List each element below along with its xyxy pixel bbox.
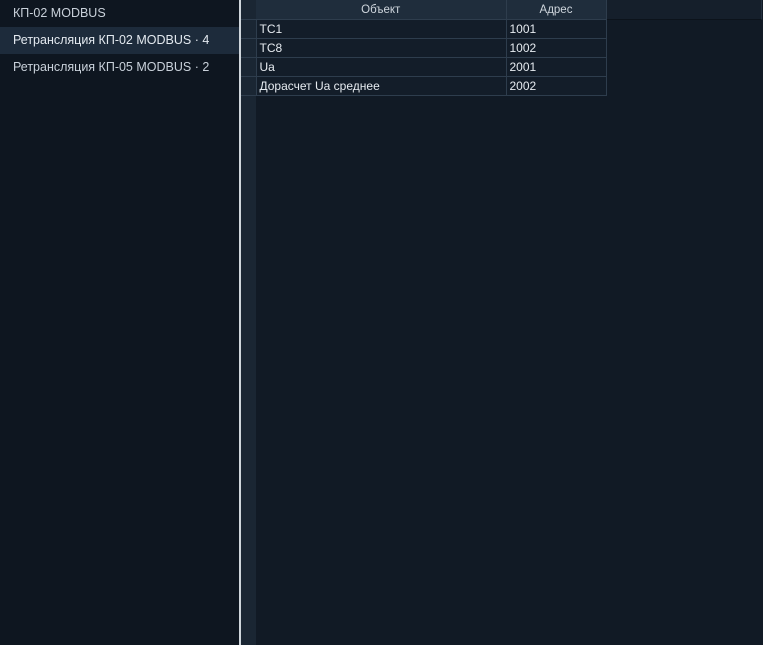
row-header-gutter	[241, 0, 256, 645]
cell-object[interactable]: Дорасчет Ua среднее	[256, 76, 507, 96]
row-header[interactable]	[241, 57, 257, 77]
sidebar-item-kp02-modbus[interactable]: КП-02 MODBUS	[0, 0, 239, 27]
cell-object[interactable]: ТС8	[256, 38, 507, 58]
header-strip-empty	[606, 0, 761, 19]
sidebar-item-retranslation-kp05[interactable]: Ретрансляция КП-05 MODBUS · 2	[0, 54, 239, 81]
app-window: КП-02 MODBUS Ретрансляция КП-02 MODBUS ·…	[0, 0, 763, 645]
table-row[interactable]: ТС8 1002	[241, 38, 607, 58]
row-header[interactable]	[241, 19, 257, 39]
mapping-table: Объект Адрес ТС1 1001 ТС8 1002 Ua 2001 Д…	[241, 0, 607, 96]
sidebar: КП-02 MODBUS Ретрансляция КП-02 MODBUS ·…	[0, 0, 239, 645]
cell-object[interactable]: Ua	[256, 57, 507, 77]
table-row[interactable]: ТС1 1001	[241, 19, 607, 39]
sidebar-item-retranslation-kp02[interactable]: Ретрансляция КП-02 MODBUS · 4	[0, 27, 239, 54]
table-row[interactable]: Дорасчет Ua среднее 2002	[241, 76, 607, 96]
main-panel: Объект Адрес ТС1 1001 ТС8 1002 Ua 2001 Д…	[241, 0, 763, 645]
table-corner	[241, 0, 256, 20]
cell-address[interactable]: 2002	[506, 76, 607, 96]
column-header-address[interactable]: Адрес	[506, 0, 607, 20]
table-row[interactable]: Ua 2001	[241, 57, 607, 77]
cell-address[interactable]: 1002	[506, 38, 607, 58]
table-header-row: Объект Адрес	[241, 0, 607, 20]
row-header[interactable]	[241, 38, 257, 58]
column-header-object[interactable]: Объект	[256, 0, 507, 20]
row-header[interactable]	[241, 76, 257, 96]
cell-address[interactable]: 1001	[506, 19, 607, 39]
cell-object[interactable]: ТС1	[256, 19, 507, 39]
cell-address[interactable]: 2001	[506, 57, 607, 77]
